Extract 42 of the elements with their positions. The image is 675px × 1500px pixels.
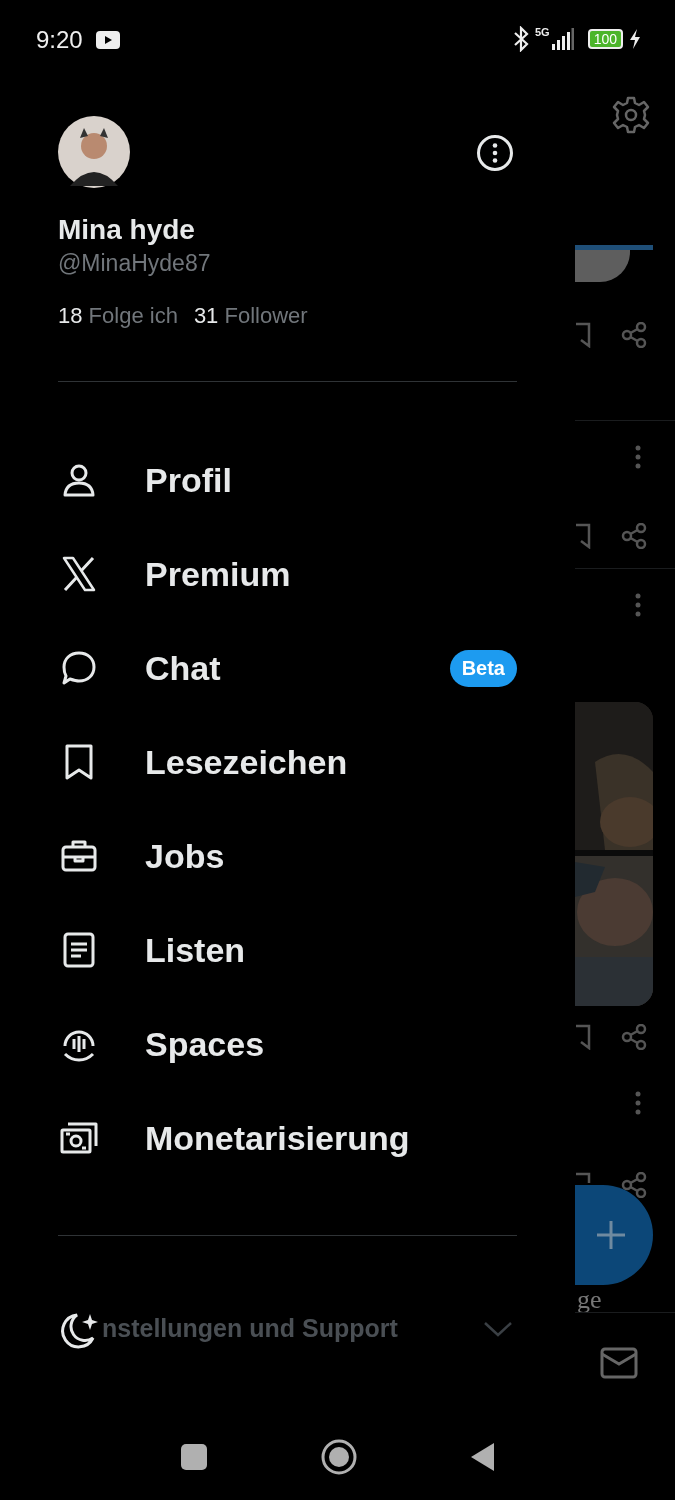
menu-item[interactable]: Premium [58, 527, 517, 621]
battery-indicator: 100 [587, 29, 623, 49]
menu-item[interactable]: Spaces [58, 997, 517, 1091]
menu-item[interactable]: Lesezeichen [58, 715, 517, 809]
beta-badge: Beta [449, 649, 517, 687]
share-icon[interactable] [621, 523, 647, 549]
back-button[interactable] [469, 1442, 496, 1472]
home-button[interactable] [320, 1439, 357, 1475]
bookmark-icon[interactable] [575, 1172, 591, 1183]
more-icon[interactable] [635, 445, 641, 469]
share-icon[interactable] [621, 322, 647, 348]
more-options-icon[interactable] [476, 134, 514, 172]
following-link[interactable]: 18 Folge ich [58, 303, 178, 329]
menu-item[interactable]: Monetarisierung [58, 1091, 517, 1185]
settings-icon[interactable] [611, 95, 651, 135]
bluetooth-icon [512, 26, 529, 52]
profile-handle: @MinaHyde87 [58, 250, 212, 277]
more-icon[interactable] [635, 1091, 641, 1115]
caption-fragment: ge [576, 1288, 603, 1312]
network-type: 5G [534, 26, 550, 38]
menu-item[interactable]: Jobs [58, 809, 517, 903]
followers-link[interactable]: 31 Follower [193, 303, 308, 329]
status-time: 9:20 [36, 26, 83, 54]
menu-item[interactable]: Profil [58, 433, 517, 527]
menu-item[interactable]: Listen [58, 903, 517, 997]
compose-button[interactable] [575, 1185, 653, 1285]
plus-icon [595, 1219, 627, 1251]
share-icon[interactable] [621, 1172, 647, 1198]
media-thumbnail [575, 250, 630, 282]
charging-icon [629, 29, 641, 49]
mail-icon[interactable] [600, 1347, 638, 1379]
share-icon[interactable] [621, 1024, 647, 1050]
recents-button[interactable] [179, 1443, 208, 1471]
video-app-icon [94, 30, 121, 50]
more-icon[interactable] [635, 593, 641, 617]
signal-icon [551, 28, 574, 50]
bookmark-icon[interactable] [575, 1024, 591, 1050]
avatar[interactable] [58, 116, 130, 188]
bookmark-icon[interactable] [575, 322, 591, 348]
profile-name: Mina hyde [58, 214, 196, 246]
bookmark-icon[interactable] [575, 523, 591, 549]
menu-item[interactable]: Chat Beta [58, 621, 517, 715]
